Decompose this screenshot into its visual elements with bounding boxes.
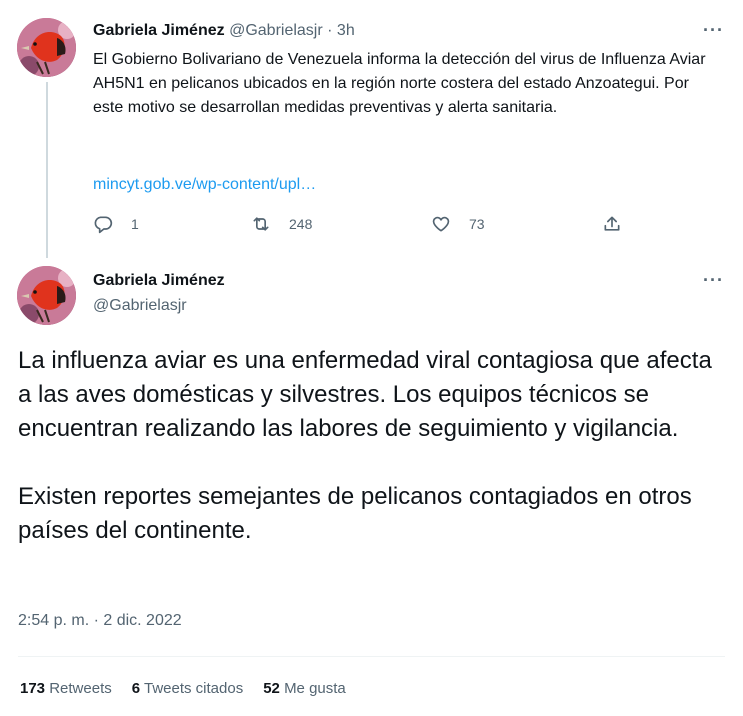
author-handle[interactable]: @Gabrielasjr (93, 297, 187, 315)
quotes-stat[interactable]: 6 Tweets citados (132, 680, 243, 697)
retweets-stat-label: Retweets (49, 680, 112, 697)
dot-separator: · (327, 22, 333, 39)
avatar[interactable] (17, 18, 76, 77)
retweet-icon (253, 217, 269, 231)
retweets-stat[interactable]: 173 Retweets (20, 680, 112, 697)
tweet-stats: 173 Retweets 6 Tweets citados 52 Me gust… (20, 680, 346, 697)
likes-stat[interactable]: 52 Me gusta (263, 680, 346, 697)
avatar[interactable] (17, 266, 76, 325)
like-count: 73 (469, 216, 485, 232)
tweet-paragraph: Existen reportes semejantes de pelicanos… (18, 483, 692, 544)
reply-button[interactable]: 1 (93, 214, 139, 234)
retweet-button[interactable]: 248 (251, 214, 312, 234)
bird-avatar-image (17, 266, 76, 325)
retweets-stat-count: 173 (20, 680, 46, 697)
tweet-body: La influenza aviar es una enfermedad vir… (18, 344, 728, 548)
bird-avatar-image (17, 18, 76, 77)
tweet-text: El Gobierno Bolivariano de Venezuela inf… (93, 51, 706, 116)
author-name[interactable]: Gabriela Jiménez (93, 22, 225, 39)
more-icon[interactable]: ··· (703, 20, 724, 41)
quotes-stat-count: 6 (131, 680, 141, 697)
quotes-stat-label: Tweets citados (143, 680, 244, 697)
tweet-paragraph: La influenza aviar es una enfermedad vir… (18, 347, 712, 442)
likes-stat-label: Me gusta (284, 680, 346, 697)
likes-stat-count: 52 (263, 680, 280, 697)
divider (18, 656, 725, 657)
share-icon (604, 216, 620, 231)
reply-icon (94, 216, 113, 234)
thread-connector (46, 82, 48, 258)
retweet-count: 248 (289, 216, 313, 232)
tweet-link[interactable]: mincyt.gob.ve/wp-content/upl… (93, 176, 316, 194)
reply-count: 1 (131, 216, 139, 232)
tweet-header: Gabriela Jiménez @Gabrielasjr · 3h (93, 22, 355, 40)
author-name[interactable]: Gabriela Jiménez (93, 272, 225, 290)
tweet-timestamp[interactable]: 2:54 p. m. · 2 dic. 2022 (18, 612, 182, 630)
like-icon (432, 216, 450, 232)
share-button[interactable] (602, 214, 640, 234)
author-handle[interactable]: @Gabrielasjr (229, 22, 323, 39)
like-button[interactable]: 73 (431, 214, 485, 234)
tweet-time[interactable]: 3h (337, 22, 355, 39)
more-icon[interactable]: ··· (703, 270, 724, 291)
